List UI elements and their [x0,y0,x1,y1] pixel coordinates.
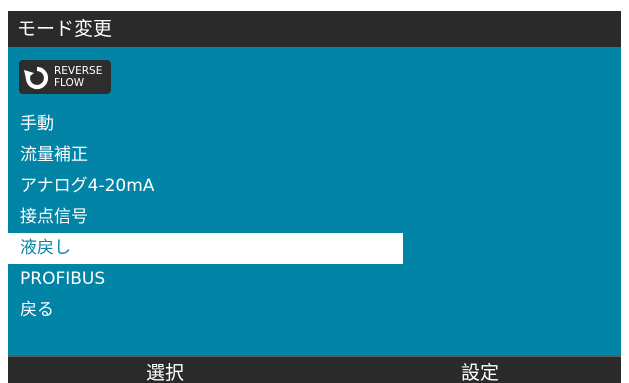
page-title: モード変更 [17,18,113,40]
badge-label-line1: REVERSE [54,65,103,77]
select-softkey[interactable]: 選択 [146,359,184,383]
softkey-divider [8,355,621,357]
menu-item-contact-signal[interactable]: 接点信号 [8,202,621,233]
badge-label-line2: FLOW [54,77,85,89]
menu-item-manual[interactable]: 手動 [8,109,621,140]
mode-menu: 手動 流量補正 アナログ4-20mA 接点信号 液戻し PROFIBUS 戻る [8,109,621,326]
reverse-flow-icon [24,66,49,90]
menu-item-back[interactable]: 戻る [8,295,621,326]
menu-item-analog-4-20ma[interactable]: アナログ4-20mA [8,171,621,202]
device-screen: モード変更 REVERSE FLOW 手動 流量補正 アナログ4-20mA 接点… [8,11,621,383]
menu-item-profibus[interactable]: PROFIBUS [8,264,621,295]
title-bar: モード変更 [8,11,621,47]
softkey-bar: 選択 設定 [8,355,621,383]
settings-softkey[interactable]: 設定 [461,359,499,383]
mode-status-badge: REVERSE FLOW [19,60,111,94]
menu-item-liquid-return[interactable]: 液戻し [8,233,403,264]
menu-item-flow-correction[interactable]: 流量補正 [8,140,621,171]
